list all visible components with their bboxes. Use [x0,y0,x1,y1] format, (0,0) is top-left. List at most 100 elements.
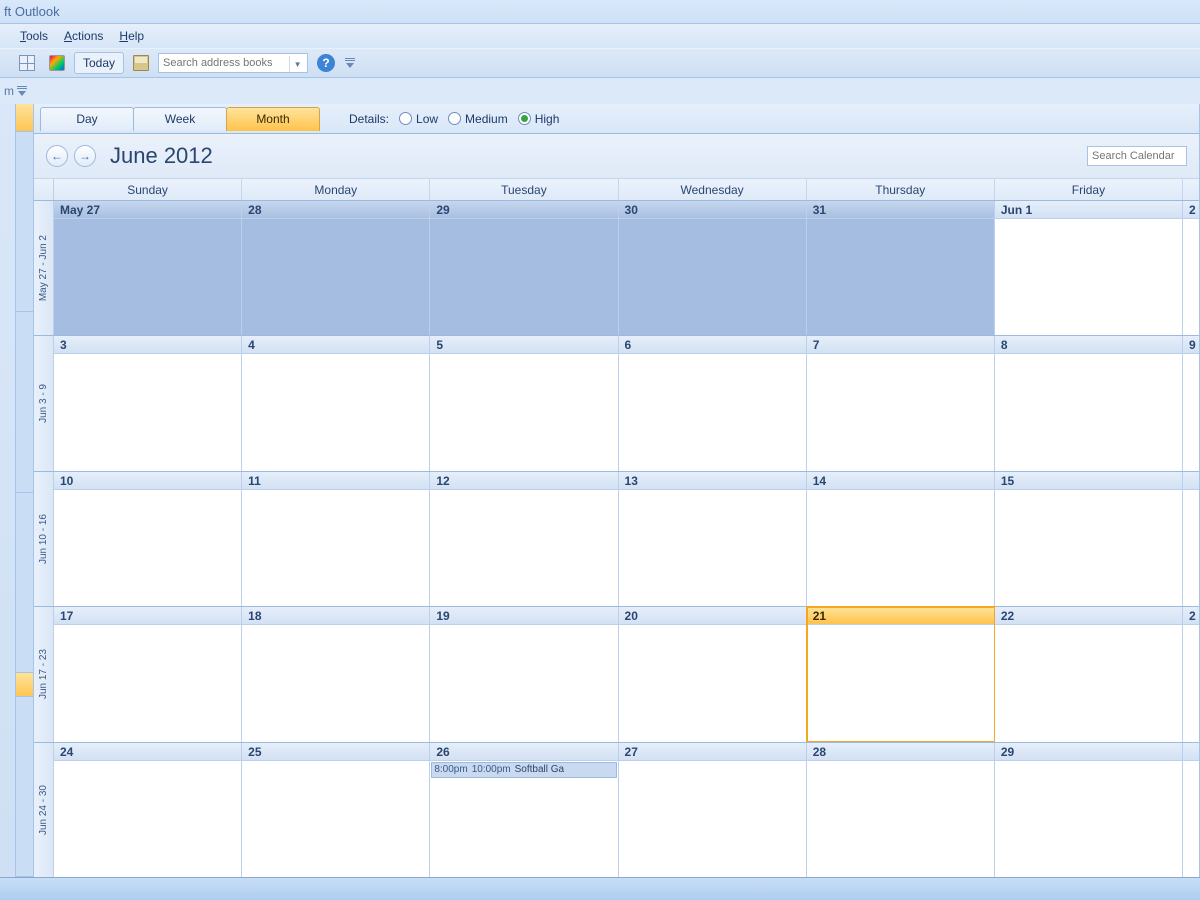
collapsed-panel-band-active[interactable] [16,673,33,697]
day-body[interactable] [242,219,429,335]
week-range-label[interactable]: May 27 - Jun 2 [34,201,54,335]
day-body[interactable] [807,354,994,470]
day-body[interactable] [242,354,429,470]
day-body[interactable] [1183,761,1199,877]
week-range-label[interactable]: Jun 3 - 9 [34,336,54,470]
categorize-icon[interactable] [14,52,40,74]
day-body[interactable] [1183,219,1199,335]
day-cell[interactable]: Jun 1 [995,201,1183,335]
day-body[interactable] [1183,625,1199,741]
day-cell[interactable]: 19 [430,607,618,741]
day-body[interactable] [1183,354,1199,470]
day-cell-edge[interactable] [1183,743,1199,877]
day-cell[interactable]: 3 [54,336,242,470]
next-month-button[interactable]: → [74,145,96,167]
day-body[interactable] [995,490,1182,606]
day-body[interactable] [807,761,994,877]
week-range-label[interactable]: Jun 17 - 23 [34,607,54,741]
details-option-high[interactable]: High [518,112,560,126]
day-cell-edge[interactable] [1183,472,1199,606]
day-cell[interactable]: 25 [242,743,430,877]
day-body[interactable] [54,761,241,877]
week-range-label[interactable]: Jun 10 - 16 [34,472,54,606]
day-cell[interactable]: 22 [995,607,1183,741]
day-cell[interactable]: 29 [995,743,1183,877]
day-cell[interactable]: 17 [54,607,242,741]
day-cell[interactable]: 7 [807,336,995,470]
day-body[interactable] [807,490,994,606]
collapsed-panel-band[interactable] [16,132,33,312]
day-cell[interactable]: May 27 [54,201,242,335]
day-body[interactable] [54,625,241,741]
day-cell[interactable]: 27 [619,743,807,877]
day-body[interactable] [995,219,1182,335]
day-cell[interactable]: 268:00pm10:00pmSoftball Ga [430,743,618,877]
address-search-input[interactable] [158,53,308,73]
day-cell[interactable]: 5 [430,336,618,470]
day-body[interactable] [619,219,806,335]
day-body[interactable] [54,354,241,470]
day-cell[interactable]: 28 [242,201,430,335]
menu-tools[interactable]: Tools [14,27,54,45]
day-cell[interactable]: 20 [619,607,807,741]
collapsed-nav-strip[interactable] [0,104,16,877]
collapsed-panel-band[interactable] [16,312,33,492]
collapsed-panel-strip[interactable] [16,104,34,877]
day-body[interactable] [619,761,806,877]
day-cell[interactable]: 21 [807,607,995,741]
view-tab-day[interactable]: Day [40,107,134,131]
day-body[interactable] [619,354,806,470]
search-calendar-input[interactable] [1087,146,1187,166]
details-option-low[interactable]: Low [399,112,438,126]
day-cell[interactable]: 8 [995,336,1183,470]
week-range-label[interactable]: Jun 24 - 30 [34,743,54,877]
day-body[interactable] [619,490,806,606]
day-cell[interactable]: 29 [430,201,618,335]
day-cell-edge[interactable]: 2 [1183,201,1199,335]
day-cell[interactable]: 14 [807,472,995,606]
day-body[interactable] [1183,490,1199,606]
day-cell[interactable]: 12 [430,472,618,606]
menu-actions[interactable]: Actions [58,27,109,45]
day-body[interactable] [430,354,617,470]
toolbar-overflow-icon[interactable] [344,52,356,74]
day-cell[interactable]: 15 [995,472,1183,606]
day-cell[interactable]: 6 [619,336,807,470]
day-cell[interactable]: 13 [619,472,807,606]
day-cell[interactable]: 11 [242,472,430,606]
day-body[interactable] [430,490,617,606]
day-cell[interactable]: 30 [619,201,807,335]
address-book-icon[interactable] [128,52,154,74]
day-body[interactable] [242,625,429,741]
collapsed-panel-band-active[interactable] [16,104,33,132]
address-search-dropdown-icon[interactable]: ▼ [289,56,305,72]
day-cell[interactable]: 18 [242,607,430,741]
day-body[interactable] [995,354,1182,470]
day-cell[interactable]: 31 [807,201,995,335]
day-body[interactable] [54,219,241,335]
day-cell[interactable]: 10 [54,472,242,606]
prev-month-button[interactable]: ← [46,145,68,167]
day-cell-edge[interactable]: 9 [1183,336,1199,470]
sub-toolbar-overflow-icon[interactable] [16,80,28,102]
menu-help[interactable]: Help [113,27,150,45]
details-option-medium[interactable]: Medium [448,112,508,126]
color-categories-icon[interactable] [44,52,70,74]
day-body[interactable] [995,625,1182,741]
today-button[interactable]: Today [74,52,124,74]
day-body[interactable] [54,490,241,606]
collapsed-panel-band[interactable] [16,697,33,877]
collapsed-panel-band[interactable] [16,493,33,673]
day-body[interactable] [242,761,429,877]
day-body[interactable] [242,490,429,606]
day-cell[interactable]: 24 [54,743,242,877]
day-body[interactable] [430,219,617,335]
day-body[interactable] [807,625,994,741]
day-body[interactable] [807,219,994,335]
day-body[interactable]: 8:00pm10:00pmSoftball Ga [430,761,617,877]
day-body[interactable] [619,625,806,741]
day-body[interactable] [430,625,617,741]
day-cell[interactable]: 4 [242,336,430,470]
day-body[interactable] [995,761,1182,877]
help-button[interactable]: ? [312,52,340,74]
